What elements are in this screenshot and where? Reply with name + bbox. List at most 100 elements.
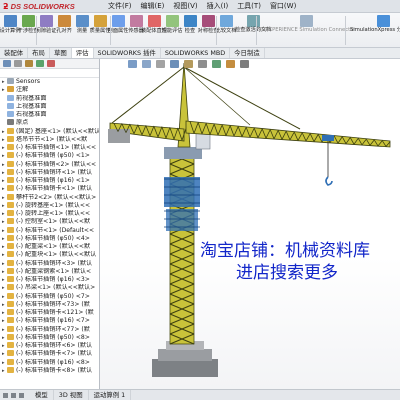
menu-view[interactable]: 视图(V) [173, 1, 197, 12]
property-manager-icon[interactable] [14, 60, 22, 67]
ribbon-button-10[interactable]: 性能评估 [162, 15, 182, 34]
cm-tab-4[interactable]: 评估 [71, 48, 94, 58]
tree-item[interactable]: 原点 [0, 119, 99, 127]
ribbon-button-7[interactable]: 剖面属性 [108, 15, 128, 34]
tree-item-label: (-) 标准节插销 (φ16) <3> [16, 276, 90, 283]
tree-item[interactable]: ▸ (-) 标准节插销<2> (默认<< [0, 160, 99, 169]
tree-item[interactable]: ▸ 塔吊节节<1> (默认<<默 [0, 135, 99, 144]
cm-tab-6[interactable]: SOLIDWORKS MBD [161, 48, 231, 58]
tree-item[interactable]: ▸ (-) 标准节插销 (φ50) <8> [0, 333, 99, 342]
bottom-tab-3[interactable]: 运动算例 1 [89, 390, 132, 400]
ribbon-button-6[interactable]: 质量属性 [90, 15, 110, 34]
cm-tab-3[interactable]: 草图 [50, 48, 72, 58]
previous-view-icon[interactable] [156, 60, 165, 68]
solidworks-logo[interactable]: ƻ DS SOLIDWORKS [3, 1, 75, 12]
tree-item[interactable]: ▸ (-) 标准节插销 (φ16) <1> [0, 177, 99, 185]
part-icon [7, 276, 14, 282]
tree-item[interactable]: ▸ (-) 标准节插销卡<8> (默认 [0, 366, 99, 375]
zoom-fit-icon[interactable] [128, 60, 137, 68]
display-style-icon[interactable] [198, 60, 207, 68]
tree-item[interactable]: 上视基准面 [0, 102, 99, 111]
tab-navigation[interactable] [0, 390, 30, 400]
ds-logo-icon: ƻ [3, 2, 9, 11]
cm-tab-5[interactable]: SOLIDWORKS 插件 [94, 48, 161, 58]
display-manager-icon[interactable] [47, 60, 55, 67]
config-manager-icon[interactable] [25, 60, 33, 67]
tree-item[interactable]: ▸ 攀杆节2<2> (默认<<默认> [0, 193, 99, 202]
ribbon-button-2[interactable]: 干涉检查 [18, 15, 38, 34]
ribbon-button-3[interactable]: 间隙验证 [36, 15, 56, 34]
ribbon-button-12[interactable]: 对称检查 [198, 15, 218, 34]
menu-tools[interactable]: 工具(T) [237, 1, 261, 12]
tree-item-label: (-) 标准节插销 (φ50) <8> [16, 333, 90, 341]
tree-item[interactable]: ▸ (-) 控制室<1> (默认<<默 [0, 218, 99, 226]
tree-item[interactable]: ▸ (-) 标准节插销<1> (默认<< [0, 144, 99, 152]
feature-tree: ▸ Sensors ▸ 注解 前视基准面 上视基准面 右视基准面 原点 ▸ (固定) 基座<1> … [0, 78, 99, 375]
ribbon-button-16[interactable]: SimulationXpress 分析向导 [350, 15, 400, 33]
tree-item[interactable]: ▸ (固定) 基座<1> (默认<<默认> [0, 127, 99, 136]
cm-tab-1[interactable]: 装配体 [0, 48, 29, 58]
tree-item[interactable]: ▸ (-) 标准节插销 (φ16) <7> [0, 317, 99, 325]
tree-item[interactable]: ▸ (-) 旋转基座<1> (默认<< [0, 201, 99, 210]
tree-item[interactable]: ▸ (-) 标准节插销环<6> (默认 [0, 342, 99, 350]
dim-xpert-icon[interactable] [36, 60, 44, 67]
cm-tab-2[interactable]: 布局 [28, 48, 50, 58]
zoom-area-icon[interactable] [142, 60, 151, 68]
scene-icon[interactable] [240, 60, 249, 68]
counter-jib [108, 66, 187, 143]
ribbon-button-11[interactable]: 检查 [181, 15, 199, 34]
panel-toolbar [0, 59, 99, 69]
tree-item[interactable]: ▸ (-) 标准节插销环<1> (默认 [0, 168, 99, 177]
tower-crane-model[interactable] [100, 59, 400, 389]
feature-manager-icon[interactable] [3, 60, 11, 67]
ribbon-separator [345, 16, 346, 45]
tree-filter[interactable] [0, 69, 99, 78]
tree-item[interactable]: 前视基准面 [0, 94, 99, 103]
tree-item[interactable]: 右视基准面 [0, 111, 99, 119]
bottom-tab-1[interactable]: 模型 [30, 390, 54, 400]
hide-show-icon[interactable] [212, 60, 221, 68]
ribbon-button-9[interactable]: 装配体直观 [141, 15, 167, 34]
tree-item-label: 原点 [16, 119, 29, 127]
menu-insert[interactable]: 插入(I) [207, 1, 229, 12]
tree-item[interactable]: ▸ (-) 标准节插销卡<1> (默认 [0, 185, 99, 193]
ribbon-button-13[interactable]: 比较文档 [216, 15, 236, 34]
tree-item[interactable]: ▸ (-) 标准节插销环<77> (默 [0, 325, 99, 334]
ribbon-button-label: SimulationXpress 分析向导 [350, 27, 400, 33]
tree-item[interactable]: ▸ (-) 标准节插销 (φ50) <4> [0, 234, 99, 243]
menu-window[interactable]: 窗口(W) [270, 1, 296, 12]
tree-item[interactable]: ▸ 注解 [0, 86, 99, 94]
heads-up-toolbar [128, 60, 249, 68]
tree-item[interactable]: ▸ (-) 配重梁钢索<1> (默认< [0, 267, 99, 276]
tree-item[interactable]: ▸ (-) 标准节插销环<3> (默认 [0, 259, 99, 268]
ribbon-button-5[interactable]: 测量 [73, 15, 91, 34]
tree-item[interactable]: ▸ (-) 标准节插销卡<121> (默 [0, 309, 99, 317]
part-icon [7, 251, 14, 258]
bottom-tab-2[interactable]: 3D 视图 [54, 390, 89, 400]
tree-item[interactable]: ▸ (-) 标准节插销 (φ50) <1> [0, 152, 99, 160]
tree-item[interactable]: ▸ (-) 标准节插销 (φ16) <3> [0, 276, 99, 284]
tree-item[interactable]: ▸ (-) 标准节<1> (Default<< [0, 226, 99, 235]
view-orientation-icon[interactable] [184, 60, 193, 68]
menu-file[interactable]: 文件(F) [108, 1, 132, 12]
graphics-viewport[interactable]: 淘宝店铺：机械资料库 进店搜索更多 [100, 59, 400, 389]
tree-item[interactable]: ▸ (-) 标准节插销 (φ16) <8> [0, 358, 99, 367]
ribbon-button-15[interactable]: 3DEXPERIENCE Simulation Connector [258, 15, 355, 33]
ribbon-button-4[interactable]: 孔对齐 [55, 15, 73, 34]
appearance-icon[interactable] [226, 60, 235, 68]
tree-item[interactable]: ▸ Sensors [0, 78, 99, 86]
tree-item-label: (-) 控制室<1> (默认<<默 [16, 218, 91, 226]
ribbon-button-1[interactable]: 设计算例 [0, 15, 20, 34]
tree-item[interactable]: ▸ (-) 旋转上座<1> (默认<< [0, 210, 99, 218]
part-icon [7, 218, 14, 225]
tree-item[interactable]: ▸ (-) 标准节插销 (φ50) <7> [0, 292, 99, 301]
tree-item[interactable]: ▸ (-) 标准节插销卡<7> (默认 [0, 350, 99, 358]
tree-item[interactable]: ▸ (-) 配重块<1> (默认<<默认 [0, 251, 99, 259]
section-view-icon[interactable] [170, 60, 179, 68]
menu-edit[interactable]: 编辑(E) [141, 1, 165, 12]
tree-item-label: (-) 旋转上座<1> (默认<< [16, 210, 91, 217]
tree-item[interactable]: ▸ (-) 吊梁<1> (默认<<默认> [0, 284, 99, 292]
tree-item[interactable]: ▸ (-) 配重梁<1> (默认<<默 [0, 243, 99, 251]
tree-item[interactable]: ▸ (-) 标准节插销环<73> (默 [0, 300, 99, 309]
cm-tab-7[interactable]: 今日制造 [230, 48, 265, 58]
